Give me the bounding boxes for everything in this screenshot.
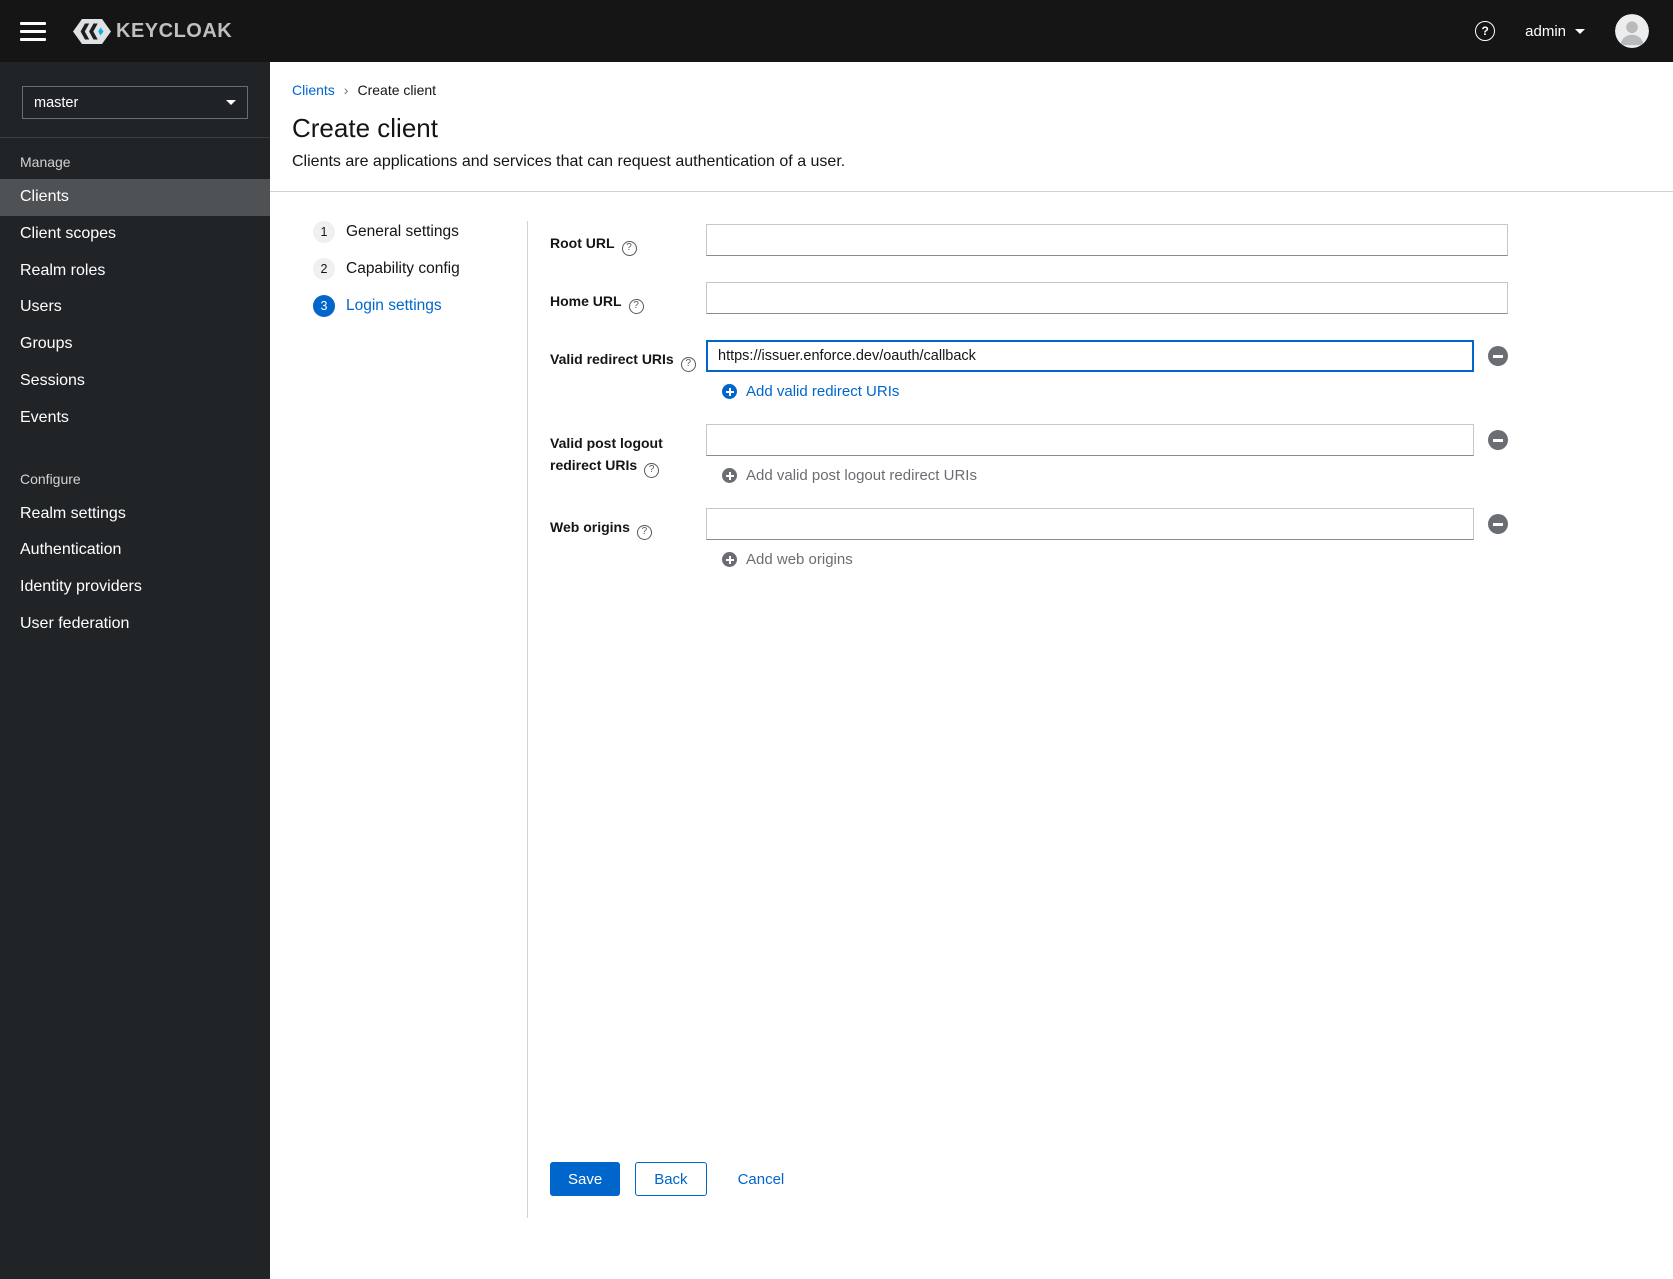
page-title: Create client bbox=[292, 113, 438, 143]
step-label: Login settings bbox=[346, 297, 442, 314]
chevron-down-icon bbox=[226, 100, 236, 105]
sidebar-item-clients[interactable]: Clients bbox=[0, 179, 270, 216]
home-url-input[interactable] bbox=[706, 282, 1508, 314]
wizard-content: 1 General settings 2 Capability config 3… bbox=[270, 192, 1673, 1279]
sidebar: master Manage Clients Client scopes Real… bbox=[0, 62, 270, 1279]
keycloak-brand: KEYCLOAK bbox=[72, 18, 232, 45]
field-valid-post-logout-redirect-uris: Valid post logout redirect URIs? Add val… bbox=[550, 424, 1508, 484]
nav-section-title: Manage bbox=[20, 154, 71, 170]
web-origins-label: Web origins? bbox=[550, 508, 706, 568]
field-home-url: Home URL? bbox=[550, 282, 1508, 314]
sidebar-item-authentication[interactable]: Authentication bbox=[0, 532, 270, 569]
step-label: General settings bbox=[346, 223, 459, 240]
login-settings-form: Root URL? Home URL? Valid redirect URIs … bbox=[527, 221, 1673, 1218]
root-url-label: Root URL? bbox=[550, 224, 706, 256]
help-icon[interactable]: ? bbox=[680, 356, 696, 372]
step-label: Capability config bbox=[346, 260, 460, 277]
add-web-origins-button[interactable]: Add web origins bbox=[722, 551, 853, 568]
field-web-origins: Web origins? Add web origins bbox=[550, 508, 1508, 568]
wizard-step-capability-config[interactable]: 2 Capability config bbox=[313, 258, 460, 280]
sidebar-item-sessions[interactable]: Sessions bbox=[0, 363, 270, 400]
remove-redirect-uri-button[interactable] bbox=[1488, 346, 1508, 366]
add-valid-redirect-uri-button[interactable]: Add valid redirect URIs bbox=[722, 383, 899, 400]
field-root-url: Root URL? bbox=[550, 224, 1508, 256]
chevron-down-icon bbox=[1575, 28, 1585, 34]
sidebar-item-users[interactable]: Users bbox=[0, 289, 270, 326]
web-origins-input[interactable] bbox=[706, 508, 1474, 540]
valid-redirect-uri-input[interactable] bbox=[706, 340, 1474, 372]
page-header: Clients › Create client Create client Cl… bbox=[270, 62, 1673, 192]
remove-post-logout-uri-button[interactable] bbox=[1488, 430, 1508, 450]
sidebar-item-groups[interactable]: Groups bbox=[0, 326, 270, 363]
save-button[interactable]: Save bbox=[550, 1162, 621, 1196]
page-subtitle: Clients are applications and services th… bbox=[292, 153, 846, 170]
nav-section-configure: Configure Realm settings Authentication … bbox=[0, 455, 270, 643]
field-valid-redirect-uris: Valid redirect URIs? Add valid redirect … bbox=[550, 340, 1508, 400]
breadcrumb: Clients › Create client bbox=[292, 82, 1649, 98]
valid-redirect-uris-label: Valid redirect URIs? bbox=[550, 340, 706, 400]
breadcrumb-separator: › bbox=[343, 82, 349, 98]
cancel-button[interactable]: Cancel bbox=[738, 1162, 785, 1196]
masthead-right: ? admin bbox=[1475, 14, 1649, 48]
sidebar-item-client-scopes[interactable]: Client scopes bbox=[0, 216, 270, 253]
sidebar-item-realm-settings[interactable]: Realm settings bbox=[0, 496, 270, 533]
nav-section-manage: Manage Clients Client scopes Realm roles… bbox=[0, 138, 270, 437]
sidebar-item-realm-roles[interactable]: Realm roles bbox=[0, 253, 270, 290]
main-content: Clients › Create client Create client Cl… bbox=[270, 62, 1673, 1279]
valid-post-logout-redirect-uri-input[interactable] bbox=[706, 424, 1474, 456]
step-number: 2 bbox=[313, 258, 335, 280]
masthead: KEYCLOAK ? admin bbox=[0, 0, 1673, 62]
form-actions: Save Back Cancel bbox=[550, 1162, 1508, 1196]
help-icon[interactable]: ? bbox=[621, 240, 637, 256]
realm-selector-wrap: master bbox=[0, 62, 270, 138]
help-icon[interactable]: ? bbox=[644, 462, 660, 478]
nav-section-title: Configure bbox=[20, 470, 81, 487]
keycloak-logo-icon bbox=[72, 18, 112, 45]
hamburger-menu-button[interactable] bbox=[20, 21, 46, 41]
brand-text: KEYCLOAK bbox=[116, 19, 233, 42]
realm-selector[interactable]: master bbox=[22, 86, 248, 119]
breadcrumb-link-clients[interactable]: Clients bbox=[292, 82, 335, 98]
realm-name: master bbox=[34, 94, 79, 111]
help-icon[interactable]: ? bbox=[1475, 21, 1496, 41]
step-number: 1 bbox=[313, 221, 335, 243]
plus-circle-icon bbox=[722, 384, 737, 399]
help-icon[interactable]: ? bbox=[636, 524, 652, 540]
avatar[interactable] bbox=[1615, 14, 1649, 48]
add-valid-post-logout-redirect-uri-button[interactable]: Add valid post logout redirect URIs bbox=[722, 467, 977, 484]
wizard-step-general-settings[interactable]: 1 General settings bbox=[313, 221, 459, 243]
help-icon[interactable]: ? bbox=[628, 298, 644, 314]
sidebar-item-events[interactable]: Events bbox=[0, 400, 270, 437]
remove-web-origin-button[interactable] bbox=[1488, 514, 1508, 534]
breadcrumb-current: Create client bbox=[357, 82, 437, 98]
user-menu-dropdown[interactable]: admin bbox=[1525, 23, 1585, 40]
plus-circle-icon bbox=[722, 552, 737, 567]
step-number: 3 bbox=[313, 295, 335, 317]
wizard-step-login-settings[interactable]: 3 Login settings bbox=[313, 295, 442, 317]
sidebar-item-user-federation[interactable]: User federation bbox=[0, 606, 270, 643]
home-url-label: Home URL? bbox=[550, 282, 706, 314]
back-button[interactable]: Back bbox=[635, 1162, 707, 1196]
sidebar-item-identity-providers[interactable]: Identity providers bbox=[0, 569, 270, 606]
valid-post-logout-redirect-uris-label: Valid post logout redirect URIs? bbox=[550, 424, 706, 484]
root-url-input[interactable] bbox=[706, 224, 1508, 256]
wizard-steps-nav: 1 General settings 2 Capability config 3… bbox=[270, 221, 527, 332]
plus-circle-icon bbox=[722, 468, 737, 483]
user-name: admin bbox=[1525, 22, 1566, 40]
